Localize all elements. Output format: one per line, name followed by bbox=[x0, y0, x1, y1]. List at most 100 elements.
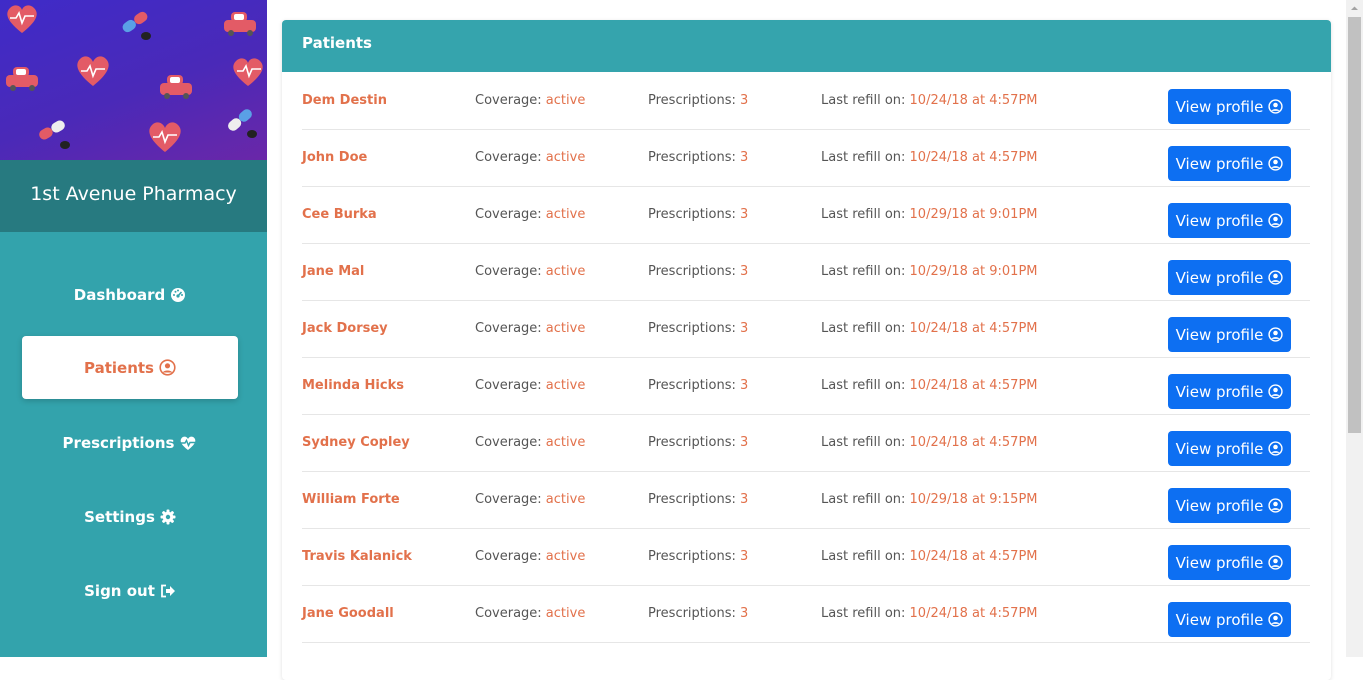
last-refill-label: Last refill on: bbox=[821, 606, 910, 621]
prescriptions-count: 3 bbox=[739, 93, 749, 108]
prescriptions-count: 3 bbox=[739, 606, 749, 621]
last-refill-value: 10/29/18 at 9:15PM bbox=[909, 492, 1038, 507]
coverage-value: active bbox=[545, 435, 586, 450]
view-profile-label: View profile bbox=[1175, 154, 1264, 173]
coverage-value: active bbox=[545, 606, 586, 621]
patient-name[interactable]: Cee Burka bbox=[302, 207, 377, 222]
vertical-scrollbar[interactable] bbox=[1346, 0, 1363, 657]
prescriptions-count: 3 bbox=[739, 264, 749, 279]
last-refill-field: Last refill on: 10/24/18 at 4:57PM bbox=[821, 378, 1038, 393]
view-profile-button[interactable]: View profile bbox=[1168, 146, 1291, 181]
last-refill-field: Last refill on: 10/29/18 at 9:01PM bbox=[821, 207, 1038, 222]
last-refill-label: Last refill on: bbox=[821, 264, 910, 279]
patient-name[interactable]: Jack Dorsey bbox=[302, 321, 388, 336]
patient-name[interactable]: Melinda Hicks bbox=[302, 378, 404, 393]
coverage-field: Coverage: active bbox=[475, 150, 585, 165]
sidebar-item-prescriptions[interactable]: Prescriptions bbox=[22, 411, 238, 474]
scroll-up-arrow-icon[interactable] bbox=[1346, 0, 1363, 17]
user-circle-icon bbox=[159, 359, 176, 376]
table-row: Cee Burka Coverage: active Prescriptions: … bbox=[302, 186, 1310, 244]
prescriptions-count: 3 bbox=[739, 207, 749, 222]
header-banner-illustration bbox=[0, 0, 267, 160]
sidebar-item-label: Settings bbox=[84, 507, 155, 526]
pharmacy-name: 1st Avenue Pharmacy bbox=[0, 160, 267, 232]
view-profile-label: View profile bbox=[1175, 496, 1264, 515]
last-refill-label: Last refill on: bbox=[821, 492, 910, 507]
sidebar-item-label: Dashboard bbox=[73, 285, 166, 304]
patient-name[interactable]: Travis Kalanick bbox=[302, 549, 412, 564]
patient-name[interactable]: Dem Destin bbox=[302, 93, 387, 108]
last-refill-field: Last refill on: 10/24/18 at 4:57PM bbox=[821, 549, 1038, 564]
coverage-field: Coverage: active bbox=[475, 435, 585, 450]
prescriptions-label: Prescriptions: bbox=[648, 150, 740, 165]
view-profile-button[interactable]: View profile bbox=[1168, 374, 1291, 409]
sidebar-item-sign-out[interactable]: Sign out bbox=[22, 559, 238, 622]
last-refill-value: 10/24/18 at 4:57PM bbox=[909, 150, 1038, 165]
user-circle-icon bbox=[1268, 555, 1284, 570]
last-refill-field: Last refill on: 10/24/18 at 4:57PM bbox=[821, 93, 1038, 108]
coverage-field: Coverage: active bbox=[475, 549, 585, 564]
heartbeat-icon bbox=[181, 436, 196, 450]
user-circle-icon bbox=[1268, 327, 1284, 342]
coverage-label: Coverage: bbox=[475, 93, 546, 108]
patient-name[interactable]: John Doe bbox=[302, 150, 367, 165]
view-profile-button[interactable]: View profile bbox=[1168, 488, 1291, 523]
prescriptions-label: Prescriptions: bbox=[648, 264, 740, 279]
patient-name[interactable]: Jane Goodall bbox=[302, 606, 394, 621]
patient-name[interactable]: Sydney Copley bbox=[302, 435, 410, 450]
view-profile-label: View profile bbox=[1175, 553, 1264, 572]
last-refill-value: 10/24/18 at 4:57PM bbox=[909, 549, 1038, 564]
user-circle-icon bbox=[1268, 384, 1284, 399]
table-row: Melinda Hicks Coverage: active Prescriptio… bbox=[302, 357, 1310, 415]
prescriptions-field: Prescriptions: 3 bbox=[648, 492, 748, 507]
last-refill-value: 10/29/18 at 9:01PM bbox=[909, 264, 1038, 279]
view-profile-button[interactable]: View profile bbox=[1168, 203, 1291, 238]
dashboard-gauge-icon bbox=[171, 287, 186, 302]
view-profile-button[interactable]: View profile bbox=[1168, 89, 1291, 124]
table-row: Jane Mal Coverage: active Prescriptions: 3… bbox=[302, 243, 1310, 301]
sidebar-item-dashboard[interactable]: Dashboard bbox=[22, 263, 238, 326]
view-profile-button[interactable]: View profile bbox=[1168, 260, 1291, 295]
view-profile-label: View profile bbox=[1175, 97, 1264, 116]
coverage-field: Coverage: active bbox=[475, 606, 585, 621]
prescriptions-label: Prescriptions: bbox=[648, 549, 740, 564]
coverage-field: Coverage: active bbox=[475, 93, 585, 108]
last-refill-value: 10/29/18 at 9:01PM bbox=[909, 207, 1038, 222]
view-profile-button[interactable]: View profile bbox=[1168, 431, 1291, 466]
scrollbar-thumb[interactable] bbox=[1348, 17, 1361, 433]
prescriptions-field: Prescriptions: 3 bbox=[648, 549, 748, 564]
last-refill-value: 10/24/18 at 4:57PM bbox=[909, 321, 1038, 336]
user-circle-icon bbox=[1268, 612, 1284, 627]
last-refill-label: Last refill on: bbox=[821, 150, 910, 165]
table-row: Jane Goodall Coverage: active Prescription… bbox=[302, 585, 1310, 643]
view-profile-button[interactable]: View profile bbox=[1168, 317, 1291, 352]
sidebar-item-patients[interactable]: Patients bbox=[22, 336, 238, 399]
view-profile-label: View profile bbox=[1175, 325, 1264, 344]
sign-out-icon bbox=[160, 584, 175, 597]
user-circle-icon bbox=[1268, 99, 1284, 114]
patient-name[interactable]: William Forte bbox=[302, 492, 400, 507]
view-profile-button[interactable]: View profile bbox=[1168, 545, 1291, 580]
sidebar-item-settings[interactable]: Settings bbox=[22, 485, 238, 548]
last-refill-label: Last refill on: bbox=[821, 549, 910, 564]
view-profile-button[interactable]: View profile bbox=[1168, 602, 1291, 637]
patient-name[interactable]: Jane Mal bbox=[302, 264, 364, 279]
last-refill-field: Last refill on: 10/24/18 at 4:57PM bbox=[821, 606, 1038, 621]
last-refill-label: Last refill on: bbox=[821, 93, 910, 108]
coverage-label: Coverage: bbox=[475, 264, 546, 279]
last-refill-value: 10/24/18 at 4:57PM bbox=[909, 606, 1038, 621]
prescriptions-count: 3 bbox=[739, 549, 749, 564]
prescriptions-label: Prescriptions: bbox=[648, 435, 740, 450]
prescriptions-field: Prescriptions: 3 bbox=[648, 207, 748, 222]
table-row: Travis Kalanick Coverage: active Prescript… bbox=[302, 528, 1310, 586]
medical-pattern-illustration bbox=[6, 5, 263, 152]
prescriptions-field: Prescriptions: 3 bbox=[648, 435, 748, 450]
sidebar: 1st Avenue Pharmacy Dashboard Patients P… bbox=[0, 0, 267, 657]
last-refill-label: Last refill on: bbox=[821, 378, 910, 393]
table-row: William Forte Coverage: active Prescriptio… bbox=[302, 471, 1310, 529]
sidebar-item-label: Prescriptions bbox=[62, 433, 175, 452]
table-row: Sydney Copley Coverage: active Prescriptio… bbox=[302, 414, 1310, 472]
sidebar-item-label: Patients bbox=[84, 358, 154, 377]
view-profile-label: View profile bbox=[1175, 211, 1264, 230]
sidebar-item-label: Sign out bbox=[84, 581, 155, 600]
